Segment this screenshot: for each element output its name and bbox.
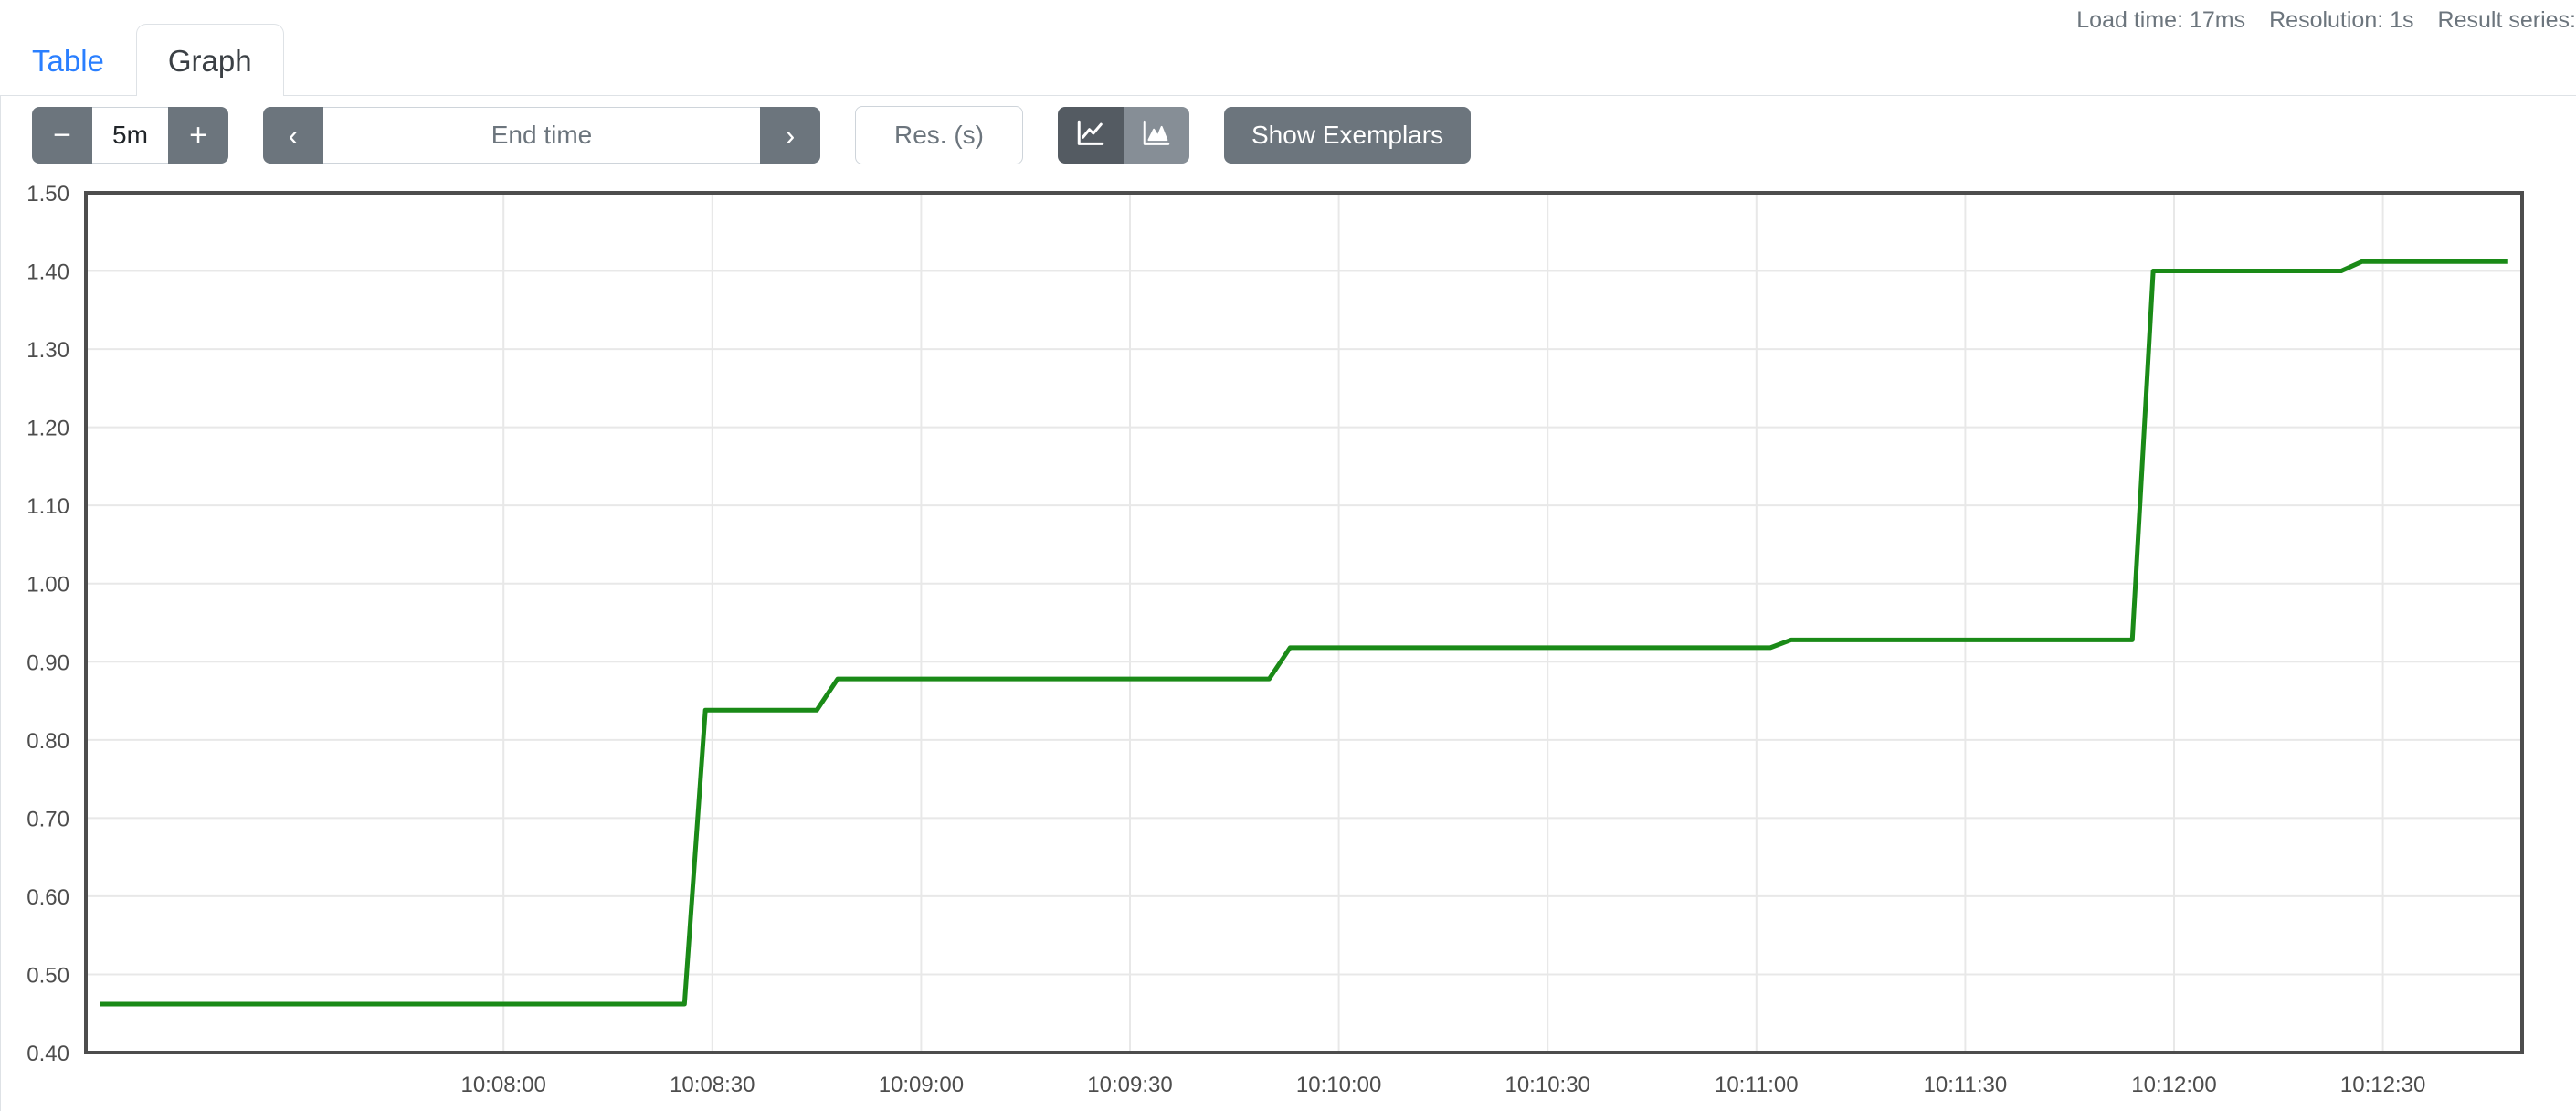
y-axis-tick-label: 0.60 [26, 885, 69, 910]
series-line [100, 259, 2508, 1007]
result-series-label: Result series: [2437, 7, 2576, 33]
y-axis-tick-label: 1.10 [26, 494, 69, 519]
tab-graph[interactable]: Graph [135, 23, 284, 96]
y-axis-tick-label: 1.40 [26, 260, 69, 285]
stacked-area-chart-toggle-button[interactable] [1124, 107, 1189, 164]
y-axis-tick-label: 0.80 [26, 729, 69, 754]
prometheus-graph-page: { "status": { "load_time": "Load time: 1… [0, 0, 2576, 1111]
result-tabs: Table Graph [0, 9, 284, 96]
y-axis-tick-label: 1.30 [26, 338, 69, 363]
show-exemplars-button[interactable]: Show Exemplars [1224, 107, 1472, 164]
x-axis-tick-label: 10:10:00 [1296, 1073, 1381, 1097]
line-chart-toggle-button[interactable] [1058, 107, 1124, 164]
load-time-label: Load time: 17ms [2076, 7, 2246, 33]
x-axis-tick-label: 10:11:00 [1715, 1073, 1799, 1097]
end-time-input[interactable]: End time [323, 107, 760, 164]
x-axis-tick-label: 10:12:00 [2131, 1073, 2216, 1097]
x-axis-tick-label: 10:09:30 [1087, 1073, 1172, 1097]
graph-chart-area[interactable]: 0.40 0.50 0.60 0.70 0.80 0.90 1.00 1.10 1.20 1.30… [1, 183, 2576, 1106]
active-tab-notch [143, 94, 278, 97]
stacked-area-chart-icon [1141, 118, 1172, 153]
x-axis-tick-label: 10:08:00 [460, 1073, 545, 1097]
y-axis-tick-label: 0.50 [26, 963, 69, 988]
x-axis-tick-label: 10:11:30 [1924, 1073, 2008, 1097]
graph-panel: − 5m + ‹ End time › Res. (s) Show Exempl… [0, 95, 2576, 1111]
y-axis-tick-label: 0.90 [26, 651, 69, 675]
x-axis-tick-label: 10:12:30 [2340, 1073, 2425, 1097]
end-time-control: ‹ End time › [263, 107, 820, 164]
query-status-bar: Load time: 17ms Resolution: 1s Result se… [2076, 7, 2576, 34]
y-axis-tick-label: 1.20 [26, 417, 69, 441]
tab-table[interactable]: Table [0, 24, 136, 96]
x-axis-tick-label: 10:08:30 [670, 1073, 755, 1097]
resolution-label: Resolution: 1s [2269, 7, 2414, 33]
line-chart-icon [1075, 118, 1106, 153]
range-input[interactable]: 5m [92, 107, 168, 164]
time-range-control: − 5m + [32, 107, 228, 164]
chart-type-toggle [1058, 107, 1189, 164]
end-time-next-button[interactable]: › [760, 107, 820, 164]
resolution-input[interactable]: Res. (s) [855, 106, 1023, 164]
x-axis-tick-label: 10:10:30 [1504, 1073, 1589, 1097]
x-axis-tick-label: 10:09:00 [879, 1073, 964, 1097]
end-time-previous-button[interactable]: ‹ [263, 107, 323, 164]
y-axis-tick-label: 1.50 [26, 183, 69, 206]
tab-strip-divider [0, 95, 2576, 96]
graph-svg[interactable]: 0.40 0.50 0.60 0.70 0.80 0.90 1.00 1.10 1.20 1.30… [1, 183, 2576, 1106]
range-increase-button[interactable]: + [168, 107, 228, 164]
y-axis-tick-label: 0.40 [26, 1042, 69, 1066]
graph-controls-toolbar: − 5m + ‹ End time › Res. (s) Show Exempl… [32, 106, 1472, 164]
range-decrease-button[interactable]: − [32, 107, 92, 164]
plot-frame [84, 191, 2524, 1054]
y-axis-tick-label: 0.70 [26, 807, 69, 831]
y-axis-tick-label: 1.00 [26, 573, 69, 598]
